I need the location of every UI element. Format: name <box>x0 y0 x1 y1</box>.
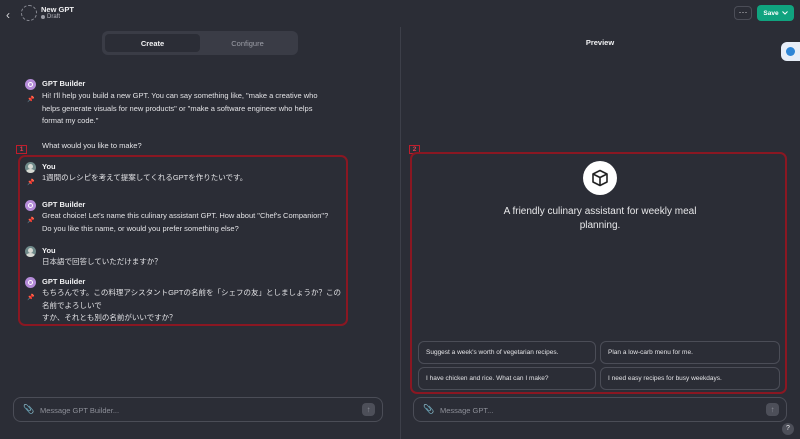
message-line: 日本語で回答していただけますか？ <box>42 257 162 266</box>
message-text: Hi! I'll help you build a new GPT. You c… <box>42 90 372 128</box>
user-avatar <box>25 162 36 173</box>
message-sender: GPT Builder <box>42 79 86 88</box>
create-configure-tabs: Create Configure <box>102 31 298 55</box>
gpt-avatar-placeholder[interactable] <box>21 5 37 21</box>
paperclip-icon[interactable]: 📎 <box>23 404 34 415</box>
preview-message-box: 📎 ↑ <box>413 397 787 422</box>
conversation-starter[interactable]: Plan a low-carb menu for me. <box>600 341 780 364</box>
conversation-starter[interactable]: I have chicken and rice. What can I make… <box>418 367 596 390</box>
status-label: Draft <box>47 14 61 20</box>
annotation-marker-1: 1 <box>16 145 27 154</box>
gpt-builder-icon <box>25 79 36 90</box>
message-line: format my code." <box>42 116 99 125</box>
user-avatar <box>25 246 36 257</box>
message-sender: You <box>42 162 56 171</box>
gpt-builder-icon <box>25 277 36 288</box>
save-button[interactable]: Save <box>757 5 794 21</box>
gpt-builder-icon <box>25 200 36 211</box>
message-line: helps generate visuals for new products"… <box>42 103 313 113</box>
paperclip-icon[interactable]: 📎 <box>423 404 434 415</box>
conversation-starter[interactable]: I need easy recipes for busy weekdays. <box>600 367 780 390</box>
extension-icon <box>786 47 795 56</box>
message-sender: You <box>42 246 56 255</box>
tab-configure[interactable]: Configure <box>200 34 295 52</box>
builder-message-input[interactable] <box>40 404 340 416</box>
arrow-up-icon: ↑ <box>366 405 371 414</box>
message-line: Hi! I'll help you build a new GPT. You c… <box>42 91 318 100</box>
pin-icon: 📌 <box>27 97 35 103</box>
back-button[interactable]: ‹ <box>6 8 18 22</box>
pin-icon: 📌 <box>27 180 35 186</box>
message-line: もちろんです。この料理アシスタントGPTの名前を「シェフの友」としましょうか？こ… <box>42 288 341 310</box>
builder-message-box: 📎 ↑ <box>13 397 383 422</box>
message-question: What would you like to make? <box>42 141 142 150</box>
save-label: Save <box>763 9 779 17</box>
status-dot-icon <box>41 15 45 19</box>
arrow-up-icon: ↑ <box>770 405 775 414</box>
gpt-title: New GPT <box>41 5 74 14</box>
message-text: Great choice! Let's name this culinary a… <box>42 210 342 235</box>
help-button[interactable]: ? <box>782 423 794 435</box>
pin-icon: 📌 <box>27 218 35 224</box>
send-button[interactable]: ↑ <box>362 403 375 416</box>
conversation-starter[interactable]: Suggest a week's worth of vegetarian rec… <box>418 341 596 364</box>
gpt-logo <box>583 161 617 195</box>
cube-icon <box>592 169 608 187</box>
message-line: 1週間のレシピを考えて提案してくれるGPTを作りたいです。 <box>42 173 248 182</box>
message-line: Great choice! Let's name this culinary a… <box>42 211 329 220</box>
message-line: Do you like this name, or would you pref… <box>42 223 239 233</box>
draft-status: Draft <box>41 14 60 20</box>
pane-divider <box>400 27 401 439</box>
message-sender: GPT Builder <box>42 200 86 209</box>
preview-message-input[interactable] <box>440 404 740 416</box>
message-sender: GPT Builder <box>42 277 86 286</box>
tab-create[interactable]: Create <box>105 34 200 52</box>
preview-title: Preview <box>585 38 615 47</box>
message-line: すか、それとも別の名前がいいですか？ <box>42 313 177 322</box>
pin-icon: 📌 <box>27 295 35 301</box>
send-button[interactable]: ↑ <box>766 403 779 416</box>
message-text: もちろんです。この料理アシスタントGPTの名前を「シェフの友」としましょうか？こ… <box>42 287 342 325</box>
chevron-left-icon: ‹ <box>6 8 10 22</box>
extension-chip[interactable] <box>781 42 800 61</box>
more-options-button[interactable]: ··· <box>734 6 752 20</box>
chevron-down-icon <box>781 11 788 15</box>
gpt-description: A friendly culinary assistant for weekly… <box>503 206 697 231</box>
